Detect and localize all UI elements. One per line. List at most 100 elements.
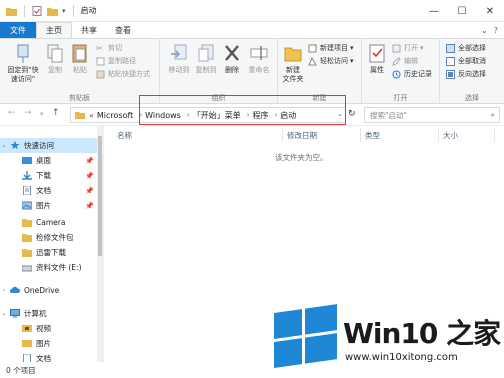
- breadcrumb-microsoft[interactable]: Microsoft: [97, 111, 133, 120]
- properties-button[interactable]: 属性: [365, 42, 389, 75]
- nav-item-repair-pack[interactable]: 检修文件包: [0, 230, 103, 245]
- watermark-brand: Win10 之家: [343, 317, 501, 350]
- properties-icon[interactable]: [32, 5, 43, 16]
- history-button[interactable]: 历史记录: [392, 69, 432, 79]
- recent-locations-icon[interactable]: ▾: [40, 110, 44, 118]
- copy-icon: [47, 44, 63, 63]
- cut-button[interactable]: ✂ 剪切: [96, 43, 122, 53]
- open-button[interactable]: 打开 ▾: [392, 43, 424, 53]
- paste-shortcut-button[interactable]: 粘贴快捷方式: [96, 69, 150, 79]
- breadcrumb-startup[interactable]: 启动: [280, 110, 296, 121]
- column-type[interactable]: 类型: [361, 128, 439, 142]
- pin-icon: [17, 44, 29, 63]
- copy-path-button[interactable]: 复制路径: [96, 56, 136, 66]
- help-icon[interactable]: ?: [494, 26, 498, 35]
- copy-button[interactable]: 复制: [44, 42, 66, 75]
- breadcrumb-start-menu[interactable]: 「开始」菜单: [193, 110, 241, 121]
- nav-item-pc-pictures[interactable]: 图片: [0, 336, 103, 351]
- video-icon: [22, 325, 32, 332]
- nav-item-pictures[interactable]: 图片 📌: [0, 198, 103, 213]
- divider: [24, 4, 25, 17]
- maximize-button[interactable]: ☐: [448, 0, 476, 22]
- nav-label: 视频: [36, 324, 51, 333]
- expand-icon[interactable]: ⌄: [0, 310, 8, 317]
- search-icon[interactable]: ⌕: [491, 110, 495, 120]
- document-icon: [23, 186, 31, 195]
- nav-item-data-drive[interactable]: 资料文件 (E:): [0, 260, 103, 275]
- pin-quick-access-button[interactable]: 固定到"快速访问": [6, 42, 40, 84]
- nav-label: 计算机: [24, 309, 47, 318]
- new-folder-label: 新建 文件夹: [282, 66, 304, 83]
- nav-item-pc-documents[interactable]: 文档: [0, 351, 103, 362]
- invert-selection-button[interactable]: 反向选择: [446, 69, 486, 79]
- qa-dropdown-icon[interactable]: ▾: [62, 7, 66, 15]
- refresh-icon[interactable]: ↻: [348, 109, 356, 119]
- column-name[interactable]: 名称: [113, 128, 283, 142]
- pin-icon: 📌: [85, 156, 94, 165]
- paste-button[interactable]: 粘贴: [69, 42, 91, 75]
- paste-label: 粘贴: [73, 66, 87, 74]
- delete-button[interactable]: 删除: [221, 42, 243, 75]
- nav-label: 快速访问: [24, 141, 54, 150]
- new-item-button[interactable]: 新建项目 ▾: [308, 43, 354, 53]
- history-label: 历史记录: [404, 70, 432, 78]
- expand-icon[interactable]: ⌄: [0, 142, 8, 149]
- breadcrumb-programs[interactable]: 程序: [252, 110, 268, 121]
- tab-home[interactable]: 主页: [36, 22, 72, 38]
- edit-label: 编辑: [404, 57, 418, 65]
- nav-item-downloads[interactable]: 下载 📌: [0, 168, 103, 183]
- expand-icon[interactable]: ›: [0, 287, 8, 294]
- new-folder-icon[interactable]: [47, 6, 58, 16]
- folder-icon: [6, 7, 17, 16]
- tab-view[interactable]: 查看: [106, 22, 140, 38]
- select-none-label: 全部取消: [458, 57, 486, 65]
- picture-icon: [22, 340, 32, 347]
- nav-label: 资料文件 (E:): [36, 263, 82, 272]
- select-none-button[interactable]: 全部取消: [446, 56, 486, 66]
- nav-item-videos[interactable]: 视频: [0, 321, 103, 336]
- breadcrumb-windows[interactable]: Windows: [145, 111, 181, 120]
- column-date-modified[interactable]: 修改日期: [283, 128, 361, 142]
- rename-button[interactable]: 重命名: [246, 42, 272, 75]
- close-button[interactable]: ✕: [476, 0, 504, 22]
- chevron-right-icon[interactable]: ›: [274, 111, 277, 119]
- tab-share[interactable]: 共享: [72, 22, 106, 38]
- star-icon: [10, 141, 20, 150]
- move-to-button[interactable]: 移动到: [166, 42, 192, 75]
- new-folder-button[interactable]: 新建 文件夹: [280, 42, 306, 84]
- divider: [72, 4, 74, 17]
- copy-to-button[interactable]: 复制到: [193, 42, 219, 75]
- new-folder-icon: [284, 47, 302, 62]
- nav-item-thunder-downloads[interactable]: 迅雷下载: [0, 245, 103, 260]
- easy-access-button[interactable]: 轻松访问 ▾: [308, 56, 354, 66]
- nav-label: 下载: [36, 171, 51, 180]
- organize-group-label: 组织: [211, 94, 226, 102]
- nav-quick-access[interactable]: ⌄ 快速访问: [0, 138, 103, 153]
- minimize-button[interactable]: —: [420, 0, 448, 22]
- forward-arrow-icon[interactable]: →: [24, 108, 32, 118]
- select-all-button[interactable]: 全部选择: [446, 43, 486, 53]
- invert-selection-icon: [446, 69, 455, 79]
- nav-this-pc[interactable]: ⌄ 计算机: [0, 306, 103, 321]
- scrollbar-thumb[interactable]: [98, 136, 102, 256]
- nav-item-desktop[interactable]: 桌面 📌: [0, 153, 103, 168]
- nav-item-camera[interactable]: Camera: [0, 215, 103, 230]
- up-arrow-icon[interactable]: ↑: [52, 108, 60, 118]
- address-bar[interactable]: « Microsoft › Windows › 「开始」菜单 › 程序 › 启动…: [70, 107, 346, 123]
- back-arrow-icon[interactable]: ←: [8, 108, 16, 118]
- chevron-right-icon[interactable]: ›: [187, 111, 190, 119]
- nav-item-documents[interactable]: 文档 📌: [0, 183, 103, 198]
- nav-onedrive[interactable]: › OneDrive: [0, 283, 103, 298]
- breadcrumb-overflow[interactable]: «: [89, 111, 94, 120]
- search-input[interactable]: 搜索"启动" ⌕: [364, 107, 500, 123]
- edit-button[interactable]: 编辑: [392, 56, 418, 66]
- address-dropdown-icon[interactable]: ⌄: [337, 110, 343, 118]
- column-size[interactable]: 大小: [439, 128, 495, 142]
- collapse-ribbon-icon[interactable]: ⌄: [481, 26, 488, 35]
- new-item-label: 新建项目: [320, 44, 348, 52]
- chevron-right-icon[interactable]: ›: [139, 111, 142, 119]
- clipboard-group: 固定到"快速访问" 复制 粘贴 ✂ 剪切 复制路径 粘贴快捷方式 剪贴板: [0, 39, 160, 105]
- chevron-right-icon[interactable]: ›: [247, 111, 250, 119]
- nav-scrollbar[interactable]: [97, 126, 103, 362]
- tab-file[interactable]: 文件: [0, 22, 36, 38]
